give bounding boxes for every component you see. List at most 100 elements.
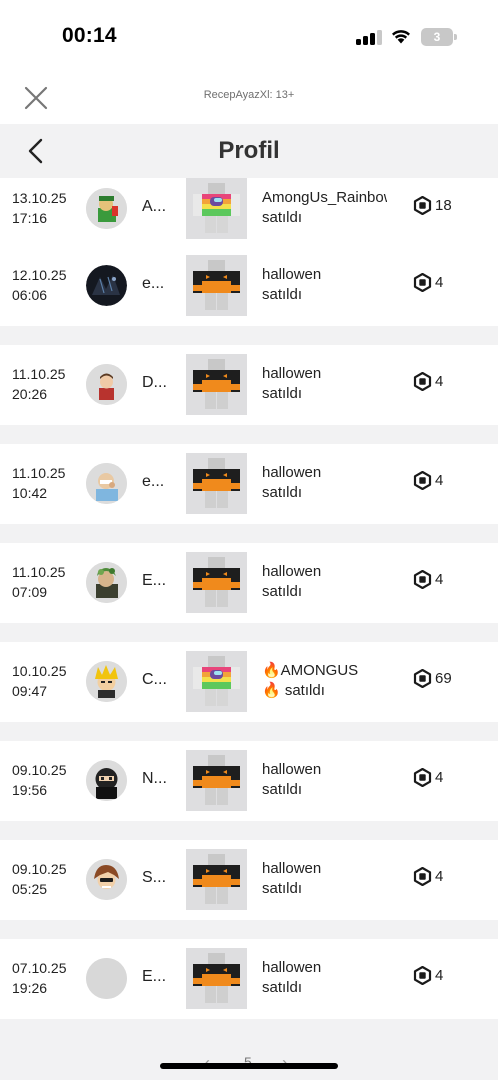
robux-icon	[413, 195, 432, 216]
buyer-avatar[interactable]	[86, 661, 127, 702]
buyer-avatar[interactable]	[86, 958, 127, 999]
buyer-name[interactable]: C...	[142, 671, 167, 689]
sale-datetime: 12.10.25 06:06	[12, 265, 67, 305]
robux-icon	[413, 668, 432, 689]
sale-row[interactable]: 09.10.25 05:25 S... hallowen satıldı 4	[0, 840, 498, 920]
item-thumbnail[interactable]	[186, 849, 247, 910]
buyer-name[interactable]: e...	[142, 275, 164, 293]
robux-icon	[413, 272, 432, 293]
item-name[interactable]: hallowen	[262, 958, 387, 978]
item-name[interactable]: hallowen	[262, 859, 387, 879]
sale-row[interactable]: 11.10.25 10:42 e... hallowen satıldı 4	[0, 444, 498, 524]
sale-price: 4	[435, 868, 444, 885]
item-info: hallowen satıldı	[262, 364, 387, 404]
buyer-name[interactable]: e...	[142, 473, 164, 491]
item-name[interactable]: hallowen	[262, 364, 387, 384]
sale-time: 05:25	[12, 881, 48, 897]
sale-date: 12.10.25	[12, 267, 67, 283]
status-time: 00:14	[62, 24, 117, 47]
item-thumbnail[interactable]	[186, 750, 247, 811]
sale-price: 4	[435, 274, 444, 291]
sale-price: 4	[435, 472, 444, 489]
item-thumbnail[interactable]	[186, 255, 247, 316]
sale-time: 09:47	[12, 683, 48, 699]
item-thumbnail[interactable]	[186, 948, 247, 1009]
sale-time: 10:42	[12, 485, 48, 501]
sale-row[interactable]: 13.10.25 17:16 A... AmongUs_Rainbow satıldı 1…	[0, 178, 498, 249]
item-info: hallowen satıldı	[262, 958, 387, 998]
battery-level: 3	[421, 28, 453, 46]
buyer-avatar[interactable]	[86, 364, 127, 405]
sale-datetime: 11.10.25 07:09	[12, 562, 65, 602]
item-info: AmongUs_Rainbow satıldı	[262, 188, 387, 228]
sale-price: 69	[435, 670, 452, 687]
buyer-name[interactable]: D...	[142, 374, 167, 392]
sale-row[interactable]: 09.10.25 19:56 N... hallowen satıldı 4	[0, 741, 498, 821]
buyer-avatar[interactable]	[86, 859, 127, 900]
sales-list: 13.10.25 17:16 A... AmongUs_Rainbow satıldı 1…	[0, 178, 498, 1040]
item-thumbnail[interactable]	[186, 552, 247, 613]
sale-time: 17:16	[12, 210, 48, 226]
buyer-avatar[interactable]	[86, 562, 127, 603]
buyer-avatar[interactable]	[86, 463, 127, 504]
robux-icon	[413, 965, 432, 986]
robux-icon	[413, 569, 432, 590]
buyer-name[interactable]: S...	[142, 869, 166, 887]
item-name[interactable]: hallowen	[262, 760, 387, 780]
buyer-name[interactable]: A...	[142, 198, 166, 216]
sale-status: satıldı	[262, 385, 303, 402]
status-bar: 00:14 3	[0, 0, 498, 72]
robux-icon	[413, 470, 432, 491]
sale-price: 4	[435, 373, 444, 390]
page-header: Profil	[0, 124, 498, 178]
sale-status: satıldı	[262, 209, 303, 226]
sale-status: satıldı	[262, 484, 303, 501]
buyer-avatar[interactable]	[86, 265, 127, 306]
item-info: hallowen satıldı	[262, 265, 387, 305]
item-name[interactable]: 🔥AMONGUS	[262, 661, 387, 681]
sale-time: 07:09	[12, 584, 48, 600]
item-name[interactable]: hallowen	[262, 463, 387, 483]
buyer-name[interactable]: E...	[142, 968, 166, 986]
sale-status: 🔥 satıldı	[262, 682, 325, 699]
sale-row[interactable]: 12.10.25 06:06 e... hallowen satıldı 4	[0, 246, 498, 326]
buyer-avatar[interactable]	[86, 188, 127, 229]
item-name[interactable]: hallowen	[262, 562, 387, 582]
sale-row[interactable]: 10.10.25 09:47 C... 🔥AMONGUS 🔥 satıldı 69	[0, 642, 498, 722]
item-info: hallowen satıldı	[262, 562, 387, 602]
sale-price: 4	[435, 571, 444, 588]
item-thumbnail[interactable]	[186, 178, 247, 239]
pagination: ‹ 5 ›	[0, 1040, 498, 1080]
item-thumbnail[interactable]	[186, 453, 247, 514]
sale-date: 09.10.25	[12, 762, 67, 778]
battery-icon: 3	[421, 28, 457, 46]
sale-price: 18	[435, 197, 452, 214]
robux-icon	[413, 866, 432, 887]
sale-price: 4	[435, 769, 444, 786]
cellular-signal-icon	[356, 30, 382, 45]
item-name[interactable]: AmongUs_Rainbow	[262, 188, 387, 208]
buyer-avatar[interactable]	[86, 760, 127, 801]
site-label: RecepAyazXl: 13+	[203, 89, 295, 101]
sale-datetime: 10.10.25 09:47	[12, 661, 67, 701]
sale-time: 19:26	[12, 980, 48, 996]
item-info: hallowen satıldı	[262, 463, 387, 503]
buyer-name[interactable]: E...	[142, 572, 166, 590]
sale-row[interactable]: 11.10.25 20:26 D... hallowen satıldı 4	[0, 345, 498, 425]
sale-status: satıldı	[262, 583, 303, 600]
item-thumbnail[interactable]	[186, 354, 247, 415]
sale-date: 09.10.25	[12, 861, 67, 877]
sale-row[interactable]: 07.10.25 19:26 E... hallowen satıldı 4	[0, 939, 498, 1019]
item-thumbnail[interactable]	[186, 651, 247, 712]
buyer-name[interactable]: N...	[142, 770, 167, 788]
sale-status: satıldı	[262, 781, 303, 798]
robux-icon	[413, 767, 432, 788]
item-info: 🔥AMONGUS 🔥 satıldı	[262, 661, 387, 701]
sale-date: 10.10.25	[12, 663, 67, 679]
sale-time: 06:06	[12, 287, 48, 303]
sale-time: 20:26	[12, 386, 48, 402]
wifi-icon	[392, 30, 410, 44]
webview-top-bar: RecepAyazXl: 13+	[0, 72, 498, 124]
item-name[interactable]: hallowen	[262, 265, 387, 285]
sale-row[interactable]: 11.10.25 07:09 E... hallowen satıldı 4	[0, 543, 498, 623]
